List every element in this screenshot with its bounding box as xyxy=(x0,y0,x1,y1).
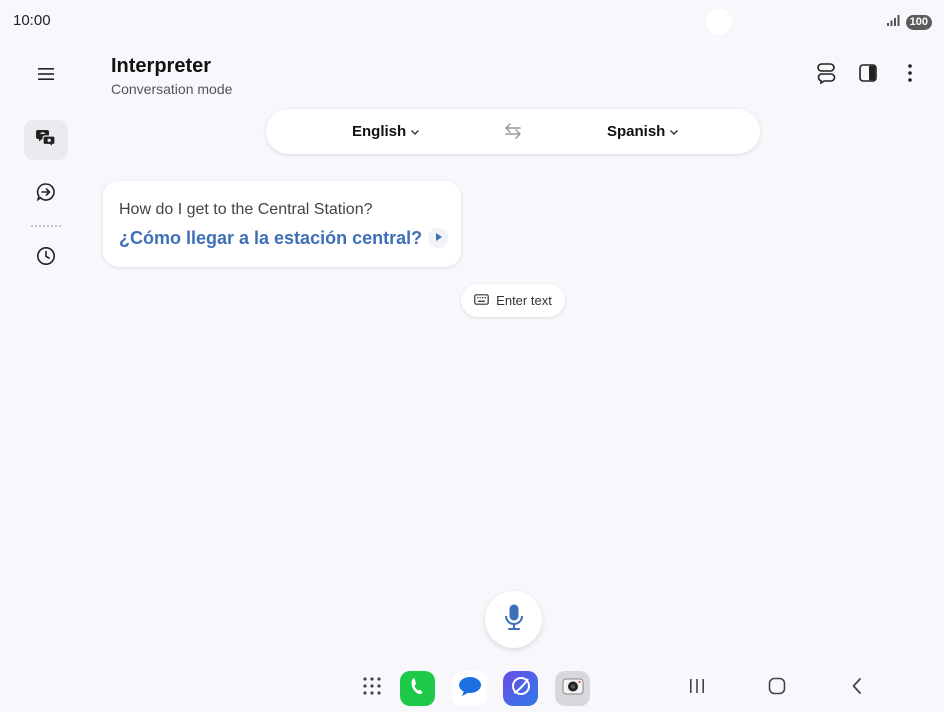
rail-divider xyxy=(31,225,61,227)
battery-indicator: 100 xyxy=(905,14,932,30)
more-options-button[interactable] xyxy=(898,62,922,88)
source-language-label: English xyxy=(352,123,407,140)
internet-app[interactable] xyxy=(503,671,538,706)
split-conversation-icon xyxy=(816,62,836,89)
rail-item-history[interactable] xyxy=(24,238,68,278)
status-time: 10:00 xyxy=(13,12,51,29)
camera-cutout xyxy=(706,9,732,35)
menu-icon xyxy=(37,66,55,87)
phone-app[interactable] xyxy=(400,671,435,706)
play-icon xyxy=(434,229,443,247)
play-translation-button[interactable] xyxy=(428,228,448,248)
internet-app-icon xyxy=(509,674,533,703)
target-language-label: Spanish xyxy=(607,123,666,140)
enter-text-button[interactable]: Enter text xyxy=(461,284,565,317)
camera-app-icon xyxy=(561,675,585,702)
page-subtitle: Conversation mode xyxy=(111,81,233,97)
signal-icon xyxy=(886,13,901,31)
home-icon xyxy=(767,676,787,701)
history-icon xyxy=(35,245,57,272)
split-conversation-button[interactable] xyxy=(814,62,838,88)
keyboard-icon xyxy=(474,293,489,308)
enter-text-label: Enter text xyxy=(496,293,552,308)
status-bar: 10:00 100 xyxy=(0,0,944,42)
text-translate-icon xyxy=(35,181,57,208)
side-panel-button[interactable] xyxy=(856,62,880,88)
back-icon xyxy=(849,676,865,701)
target-language-dropdown[interactable]: Spanish xyxy=(607,123,679,140)
page-title: Interpreter xyxy=(111,55,212,77)
status-indicators: 100 xyxy=(886,13,932,31)
rail-item-text-translate[interactable] xyxy=(24,174,68,214)
chevron-down-icon xyxy=(410,123,420,140)
header-actions xyxy=(814,62,922,88)
more-options-icon xyxy=(907,63,913,88)
source-language-dropdown[interactable]: English xyxy=(352,123,420,140)
language-selector: English Spanish xyxy=(266,109,760,154)
microphone-icon xyxy=(503,603,525,636)
back-button[interactable] xyxy=(845,676,869,700)
messages-app-icon xyxy=(457,674,483,703)
recents-button[interactable] xyxy=(685,676,709,700)
recents-icon xyxy=(688,677,706,700)
chevron-down-icon xyxy=(669,123,679,140)
original-text: How do I get to the Central Station? xyxy=(119,201,373,218)
home-button[interactable] xyxy=(765,676,789,700)
messages-app[interactable] xyxy=(452,671,487,706)
phone-app-icon xyxy=(408,675,428,702)
microphone-button[interactable] xyxy=(485,591,542,648)
swap-icon xyxy=(503,123,523,145)
conversation-icon xyxy=(35,127,57,154)
app-drawer-button[interactable] xyxy=(354,671,389,706)
translated-text: ¿Cómo llegar a la estación central? xyxy=(119,228,423,248)
rail-item-conversation[interactable] xyxy=(24,120,68,160)
swap-languages-button[interactable] xyxy=(503,121,523,146)
app-drawer-icon xyxy=(362,676,382,701)
conversation-bubble: How do I get to the Central Station? ¿Có… xyxy=(103,181,461,267)
side-panel-icon xyxy=(858,63,878,88)
camera-app[interactable] xyxy=(555,671,590,706)
menu-button[interactable] xyxy=(24,56,68,96)
